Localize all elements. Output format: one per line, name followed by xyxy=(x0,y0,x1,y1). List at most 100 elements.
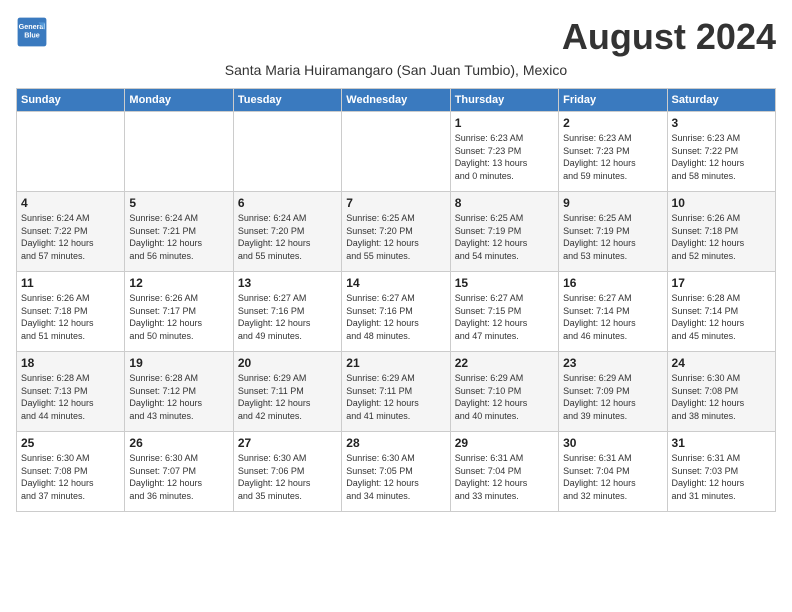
day-info: Sunrise: 6:31 AM Sunset: 7:04 PM Dayligh… xyxy=(455,452,554,502)
calendar-cell: 27 Sunrise: 6:30 AM Sunset: 7:06 PM Dayli… xyxy=(233,432,341,512)
calendar-week-2: 11 Sunrise: 6:26 AM Sunset: 7:18 PM Dayli… xyxy=(17,272,776,352)
header-thursday: Thursday xyxy=(450,89,558,112)
calendar-cell: 8 Sunrise: 6:25 AM Sunset: 7:19 PM Daylig… xyxy=(450,192,558,272)
day-number: 6 xyxy=(238,196,337,210)
day-number: 14 xyxy=(346,276,445,290)
day-info: Sunrise: 6:24 AM Sunset: 7:22 PM Dayligh… xyxy=(21,212,120,262)
calendar-cell xyxy=(17,112,125,192)
day-info: Sunrise: 6:29 AM Sunset: 7:09 PM Dayligh… xyxy=(563,372,662,422)
day-number: 23 xyxy=(563,356,662,370)
day-number: 4 xyxy=(21,196,120,210)
calendar-header-row: SundayMondayTuesdayWednesdayThursdayFrid… xyxy=(17,89,776,112)
day-info: Sunrise: 6:27 AM Sunset: 7:16 PM Dayligh… xyxy=(238,292,337,342)
day-number: 21 xyxy=(346,356,445,370)
calendar-cell xyxy=(342,112,450,192)
calendar-cell: 12 Sunrise: 6:26 AM Sunset: 7:17 PM Dayli… xyxy=(125,272,233,352)
day-number: 31 xyxy=(672,436,771,450)
day-info: Sunrise: 6:24 AM Sunset: 7:21 PM Dayligh… xyxy=(129,212,228,262)
day-number: 16 xyxy=(563,276,662,290)
day-info: Sunrise: 6:29 AM Sunset: 7:10 PM Dayligh… xyxy=(455,372,554,422)
day-number: 13 xyxy=(238,276,337,290)
calendar-cell: 15 Sunrise: 6:27 AM Sunset: 7:15 PM Dayli… xyxy=(450,272,558,352)
calendar-cell: 2 Sunrise: 6:23 AM Sunset: 7:23 PM Daylig… xyxy=(559,112,667,192)
calendar-table: SundayMondayTuesdayWednesdayThursdayFrid… xyxy=(16,88,776,512)
calendar-cell: 19 Sunrise: 6:28 AM Sunset: 7:12 PM Dayli… xyxy=(125,352,233,432)
day-number: 10 xyxy=(672,196,771,210)
calendar-cell xyxy=(233,112,341,192)
day-number: 24 xyxy=(672,356,771,370)
header-sunday: Sunday xyxy=(17,89,125,112)
day-number: 29 xyxy=(455,436,554,450)
day-info: Sunrise: 6:26 AM Sunset: 7:17 PM Dayligh… xyxy=(129,292,228,342)
day-number: 17 xyxy=(672,276,771,290)
day-number: 19 xyxy=(129,356,228,370)
day-info: Sunrise: 6:23 AM Sunset: 7:23 PM Dayligh… xyxy=(455,132,554,182)
day-info: Sunrise: 6:26 AM Sunset: 7:18 PM Dayligh… xyxy=(21,292,120,342)
calendar-cell: 24 Sunrise: 6:30 AM Sunset: 7:08 PM Dayli… xyxy=(667,352,775,432)
calendar-cell: 1 Sunrise: 6:23 AM Sunset: 7:23 PM Daylig… xyxy=(450,112,558,192)
calendar-cell: 30 Sunrise: 6:31 AM Sunset: 7:04 PM Dayli… xyxy=(559,432,667,512)
day-info: Sunrise: 6:31 AM Sunset: 7:04 PM Dayligh… xyxy=(563,452,662,502)
day-info: Sunrise: 6:29 AM Sunset: 7:11 PM Dayligh… xyxy=(238,372,337,422)
day-number: 15 xyxy=(455,276,554,290)
day-info: Sunrise: 6:26 AM Sunset: 7:18 PM Dayligh… xyxy=(672,212,771,262)
day-info: Sunrise: 6:23 AM Sunset: 7:22 PM Dayligh… xyxy=(672,132,771,182)
calendar-cell: 11 Sunrise: 6:26 AM Sunset: 7:18 PM Dayli… xyxy=(17,272,125,352)
day-info: Sunrise: 6:30 AM Sunset: 7:05 PM Dayligh… xyxy=(346,452,445,502)
day-number: 27 xyxy=(238,436,337,450)
calendar-cell: 18Sunrise: 6:28 AM Sunset: 7:13 PM Dayli… xyxy=(17,352,125,432)
day-info: Sunrise: 6:30 AM Sunset: 7:07 PM Dayligh… xyxy=(129,452,228,502)
calendar-week-3: 18Sunrise: 6:28 AM Sunset: 7:13 PM Dayli… xyxy=(17,352,776,432)
day-info: Sunrise: 6:30 AM Sunset: 7:08 PM Dayligh… xyxy=(672,372,771,422)
calendar-cell: 25Sunrise: 6:30 AM Sunset: 7:08 PM Dayli… xyxy=(17,432,125,512)
calendar-cell: 23 Sunrise: 6:29 AM Sunset: 7:09 PM Dayli… xyxy=(559,352,667,432)
calendar-cell: 10 Sunrise: 6:26 AM Sunset: 7:18 PM Dayli… xyxy=(667,192,775,272)
day-number: 2 xyxy=(563,116,662,130)
calendar-week-4: 25Sunrise: 6:30 AM Sunset: 7:08 PM Dayli… xyxy=(17,432,776,512)
day-info: Sunrise: 6:31 AM Sunset: 7:03 PM Dayligh… xyxy=(672,452,771,502)
calendar-week-1: 4 Sunrise: 6:24 AM Sunset: 7:22 PM Daylig… xyxy=(17,192,776,272)
day-info: Sunrise: 6:27 AM Sunset: 7:15 PM Dayligh… xyxy=(455,292,554,342)
day-info: Sunrise: 6:28 AM Sunset: 7:12 PM Dayligh… xyxy=(129,372,228,422)
day-number: 12 xyxy=(129,276,228,290)
month-title: August 2024 xyxy=(562,16,776,58)
day-number: 1 xyxy=(455,116,554,130)
calendar-cell: 13 Sunrise: 6:27 AM Sunset: 7:16 PM Dayli… xyxy=(233,272,341,352)
day-number: 3 xyxy=(672,116,771,130)
day-number: 8 xyxy=(455,196,554,210)
day-number: 26 xyxy=(129,436,228,450)
header-tuesday: Tuesday xyxy=(233,89,341,112)
calendar-week-0: 1 Sunrise: 6:23 AM Sunset: 7:23 PM Daylig… xyxy=(17,112,776,192)
calendar-cell: 9 Sunrise: 6:25 AM Sunset: 7:19 PM Daylig… xyxy=(559,192,667,272)
day-number: 9 xyxy=(563,196,662,210)
subtitle: Santa Maria Huiramangaro (San Juan Tumbi… xyxy=(16,62,776,78)
day-number: 11 xyxy=(21,276,120,290)
calendar-cell: 21Sunrise: 6:29 AM Sunset: 7:11 PM Dayli… xyxy=(342,352,450,432)
logo: General Blue xyxy=(16,16,48,48)
calendar-cell: 29 Sunrise: 6:31 AM Sunset: 7:04 PM Dayli… xyxy=(450,432,558,512)
header-wednesday: Wednesday xyxy=(342,89,450,112)
day-number: 28 xyxy=(346,436,445,450)
calendar-cell: 16 Sunrise: 6:27 AM Sunset: 7:14 PM Dayli… xyxy=(559,272,667,352)
calendar-cell: 5Sunrise: 6:24 AM Sunset: 7:21 PM Daylig… xyxy=(125,192,233,272)
calendar-cell: 14Sunrise: 6:27 AM Sunset: 7:16 PM Dayli… xyxy=(342,272,450,352)
day-info: Sunrise: 6:30 AM Sunset: 7:08 PM Dayligh… xyxy=(21,452,120,502)
day-number: 7 xyxy=(346,196,445,210)
day-info: Sunrise: 6:27 AM Sunset: 7:14 PM Dayligh… xyxy=(563,292,662,342)
day-info: Sunrise: 6:28 AM Sunset: 7:13 PM Dayligh… xyxy=(21,372,120,422)
calendar-cell: 26 Sunrise: 6:30 AM Sunset: 7:07 PM Dayli… xyxy=(125,432,233,512)
calendar-cell: 17Sunrise: 6:28 AM Sunset: 7:14 PM Dayli… xyxy=(667,272,775,352)
calendar-cell: 22Sunrise: 6:29 AM Sunset: 7:10 PM Dayli… xyxy=(450,352,558,432)
svg-text:Blue: Blue xyxy=(24,31,40,40)
day-info: Sunrise: 6:25 AM Sunset: 7:19 PM Dayligh… xyxy=(455,212,554,262)
day-info: Sunrise: 6:30 AM Sunset: 7:06 PM Dayligh… xyxy=(238,452,337,502)
day-number: 20 xyxy=(238,356,337,370)
calendar-cell: 31 Sunrise: 6:31 AM Sunset: 7:03 PM Dayli… xyxy=(667,432,775,512)
day-number: 30 xyxy=(563,436,662,450)
calendar-cell: 7Sunrise: 6:25 AM Sunset: 7:20 PM Daylig… xyxy=(342,192,450,272)
day-info: Sunrise: 6:25 AM Sunset: 7:19 PM Dayligh… xyxy=(563,212,662,262)
header-friday: Friday xyxy=(559,89,667,112)
calendar-cell: 20 Sunrise: 6:29 AM Sunset: 7:11 PM Dayli… xyxy=(233,352,341,432)
header-saturday: Saturday xyxy=(667,89,775,112)
day-info: Sunrise: 6:23 AM Sunset: 7:23 PM Dayligh… xyxy=(563,132,662,182)
